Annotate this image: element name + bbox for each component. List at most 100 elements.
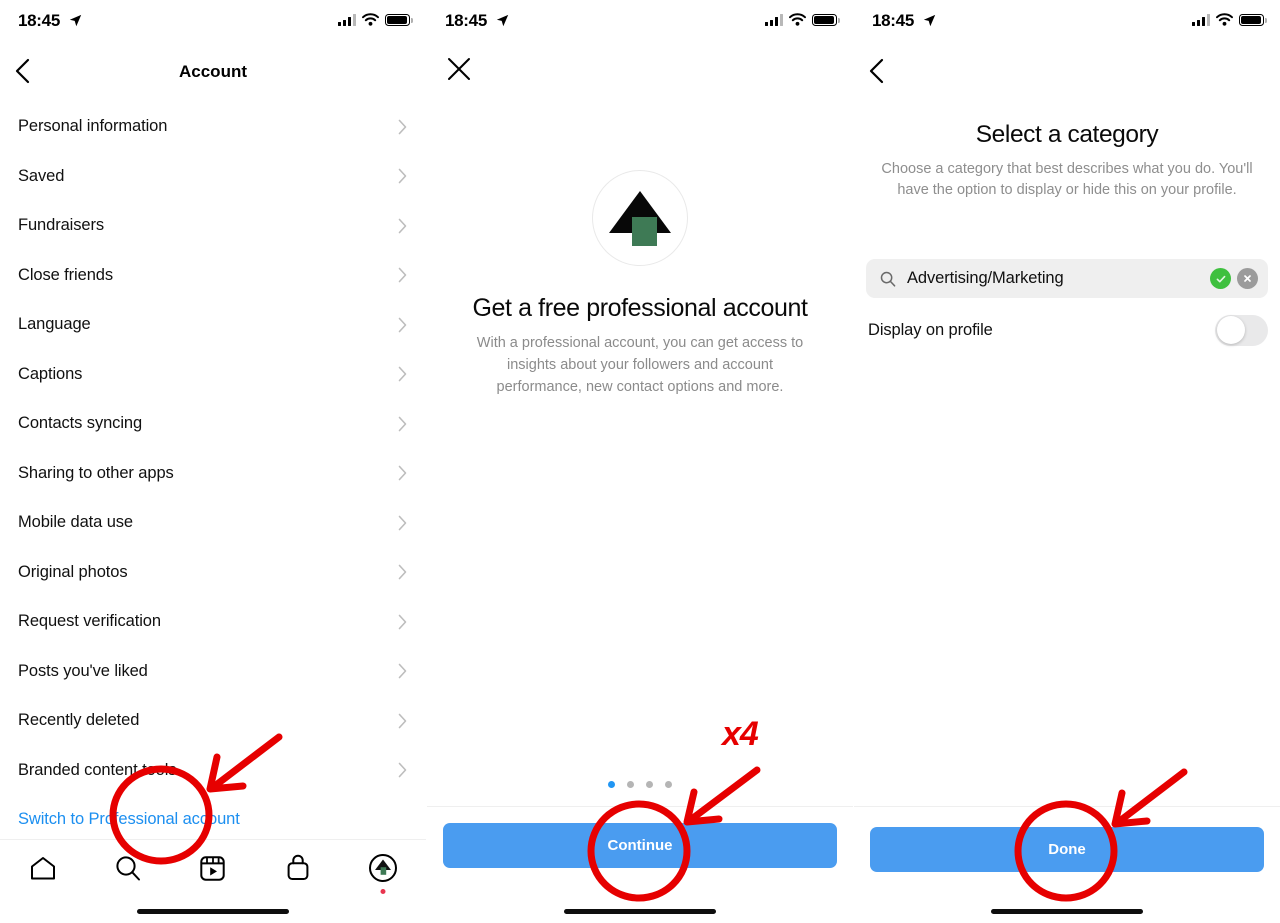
location-arrow-icon [923, 14, 936, 27]
settings-row-recently-deleted[interactable]: Recently deleted [0, 696, 426, 746]
settings-row-label: Posts you've liked [18, 661, 148, 680]
reels-icon [200, 855, 226, 881]
settings-row-sharing-to-other-apps[interactable]: Sharing to other apps [0, 449, 426, 499]
chevron-right-icon [398, 713, 407, 729]
switch-to-professional-account-link[interactable]: Switch to Professional account [0, 795, 426, 845]
status-bar: 18:45 [854, 0, 1280, 42]
close-button[interactable] [446, 56, 474, 84]
page-dot-1[interactable] [608, 781, 615, 788]
page-dot-4[interactable] [665, 781, 672, 788]
shop-bag-icon [286, 854, 310, 881]
settings-row-mobile-data-use[interactable]: Mobile data use [0, 498, 426, 548]
chevron-right-icon [398, 119, 407, 135]
select-category-title: Select a category [975, 121, 1159, 148]
tab-search[interactable] [102, 846, 154, 890]
display-on-profile-toggle[interactable] [1215, 314, 1268, 346]
location-arrow-icon [496, 14, 509, 27]
settings-row-label: Personal information [18, 117, 168, 136]
settings-row-label: Sharing to other apps [18, 463, 174, 482]
screenshot-stage: 18:45 Account Personal information Saved… [0, 0, 1280, 923]
status-bar-time-text: 18:45 [445, 11, 487, 30]
cellular-signal-icon [1191, 14, 1210, 26]
settings-row-saved[interactable]: Saved [0, 152, 426, 202]
professional-account-icon [592, 170, 688, 266]
page-dot-2[interactable] [627, 781, 634, 788]
display-on-profile-label: Display on profile [868, 320, 993, 339]
chevron-right-icon [398, 663, 407, 679]
switch-to-professional-account-label: Switch to Professional account [18, 810, 240, 829]
navigation-bar: Account [0, 42, 426, 102]
status-bar: 18:45 [427, 0, 853, 42]
status-bar-time: 18:45 [872, 11, 936, 31]
settings-row-personal-information[interactable]: Personal information [0, 102, 426, 152]
page-dots [427, 781, 853, 788]
continue-button[interactable]: Continue [443, 823, 837, 868]
settings-row-label: Mobile data use [18, 513, 133, 532]
search-icon [115, 855, 141, 881]
status-bar-time: 18:45 [18, 11, 82, 31]
done-button[interactable]: Done [870, 827, 1264, 872]
settings-row-close-friends[interactable]: Close friends [0, 251, 426, 301]
battery-full-icon [812, 13, 840, 26]
toggle-knob [1216, 316, 1245, 344]
panel-account-settings: 18:45 Account Personal information Saved… [0, 0, 426, 923]
check-circle-icon[interactable] [1210, 268, 1231, 289]
settings-row-branded-content-tools[interactable]: Branded content tools [0, 746, 426, 796]
panel-select-a-category: 18:45 Select a category Choose a categor… [854, 0, 1280, 923]
cta-footer: Continue [427, 806, 853, 896]
chevron-right-icon [398, 465, 407, 481]
notification-dot [380, 889, 386, 894]
settings-row-label: Fundraisers [18, 216, 105, 235]
settings-row-label: Recently deleted [18, 711, 140, 730]
panel-get-professional-account: 18:45 Get a free professional account Wi… [427, 0, 853, 923]
settings-row-label: Saved [18, 166, 65, 185]
status-bar-time-text: 18:45 [18, 11, 60, 30]
settings-row-label: Branded content tools [18, 760, 177, 779]
chevron-right-icon [398, 762, 407, 778]
settings-row-original-photos[interactable]: Original photos [0, 548, 426, 598]
status-bar-time-text: 18:45 [872, 11, 914, 30]
wifi-icon [789, 13, 806, 26]
status-bar-indicators [1191, 13, 1267, 26]
chevron-right-icon [398, 168, 407, 184]
settings-row-label: Close friends [18, 265, 113, 284]
category-search-field[interactable]: Advertising/Marketing [866, 259, 1268, 298]
tab-profile[interactable] [357, 846, 409, 894]
search-icon [880, 271, 896, 287]
chevron-right-icon [398, 366, 407, 382]
page-dot-3[interactable] [646, 781, 653, 788]
professional-account-subtitle: With a professional account, you can get… [476, 335, 804, 395]
location-arrow-icon [69, 14, 82, 27]
settings-row-captions[interactable]: Captions [0, 350, 426, 400]
settings-row-label: Original photos [18, 562, 128, 581]
settings-row-label: Language [18, 315, 91, 334]
bottom-tab-bar [0, 839, 426, 896]
page-title: Account [179, 62, 247, 81]
wifi-icon [362, 13, 379, 26]
tab-home[interactable] [17, 846, 69, 890]
select-category-subtitle: Choose a category that best describes wh… [881, 161, 1253, 198]
home-icon [30, 856, 56, 881]
profile-avatar-icon [368, 853, 398, 883]
chevron-right-icon [398, 515, 407, 531]
settings-row-request-verification[interactable]: Request verification [0, 597, 426, 647]
settings-row-label: Captions [18, 364, 83, 383]
category-search-value: Advertising/Marketing [907, 269, 1064, 287]
status-bar-time: 18:45 [445, 11, 509, 31]
clear-circle-icon[interactable] [1237, 268, 1258, 289]
wifi-icon [1216, 13, 1233, 26]
tab-shop[interactable] [272, 846, 324, 890]
back-button[interactable] [869, 58, 895, 86]
home-indicator [564, 908, 716, 914]
settings-row-fundraisers[interactable]: Fundraisers [0, 201, 426, 251]
settings-row-language[interactable]: Language [0, 300, 426, 350]
status-bar-indicators [337, 13, 413, 26]
chevron-right-icon [398, 564, 407, 580]
settings-row-contacts-syncing[interactable]: Contacts syncing [0, 399, 426, 449]
settings-row-label: Request verification [18, 612, 161, 631]
professional-account-title: Get a free professional account [472, 294, 808, 322]
settings-row-label: Contacts syncing [18, 414, 143, 433]
settings-row-posts-youve-liked[interactable]: Posts you've liked [0, 647, 426, 697]
tab-reels[interactable] [187, 846, 239, 890]
status-bar-indicators [764, 13, 840, 26]
